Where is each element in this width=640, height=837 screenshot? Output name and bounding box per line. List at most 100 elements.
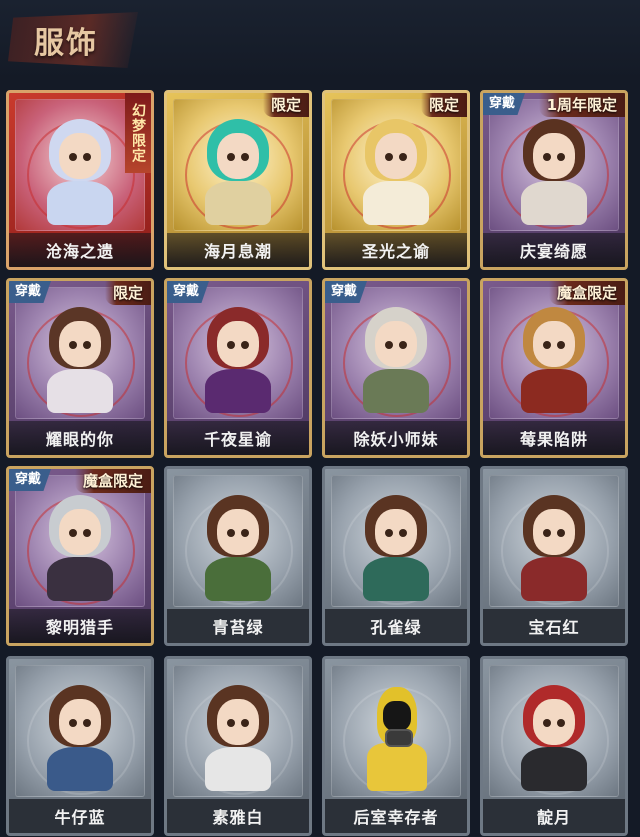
character-face <box>375 133 417 179</box>
limited-badge: 魔盒限定 <box>548 281 625 305</box>
character-face <box>217 133 259 179</box>
character-eye <box>83 529 91 537</box>
costume-name-bar: 黎明猎手 <box>9 609 151 643</box>
character-portrait <box>359 491 433 601</box>
character-face <box>375 321 417 367</box>
character-eye <box>227 341 235 349</box>
character-face <box>217 509 259 555</box>
character-outfit <box>521 369 587 413</box>
costume-card[interactable]: 限定 海月息潮 <box>164 90 312 270</box>
costume-name: 千夜星谕 <box>203 430 272 449</box>
costume-name: 靛月 <box>536 808 571 827</box>
character-face <box>59 321 101 367</box>
gasmask-character-portrait <box>359 681 433 791</box>
costume-card[interactable]: 限定圣光之谕 <box>322 90 470 270</box>
character-face <box>217 699 259 745</box>
character-outfit <box>363 369 429 413</box>
character-eye <box>227 529 235 537</box>
character-portrait <box>201 491 275 601</box>
character-portrait <box>517 303 591 413</box>
costume-card[interactable]: 靛月 <box>480 656 628 836</box>
character-portrait <box>517 491 591 601</box>
costume-name-bar: 青苔绿 <box>167 609 309 643</box>
character-portrait <box>359 115 433 225</box>
character-eye <box>83 341 91 349</box>
costume-name-bar: 圣光之谕 <box>325 233 467 267</box>
character-portrait <box>43 681 117 791</box>
costume-card[interactable]: 1周年限定 穿戴 庆宴绮愿 <box>480 90 628 270</box>
character-outfit <box>205 369 271 413</box>
character-eye <box>385 341 393 349</box>
limited-badge: 限定 <box>104 281 151 305</box>
character-face <box>533 133 575 179</box>
mask-filter <box>385 729 413 747</box>
costume-card[interactable]: 后室幸存者 <box>322 656 470 836</box>
character-eye <box>543 719 551 727</box>
costume-card[interactable]: 素雅白 <box>164 656 312 836</box>
costume-name-bar: 沧海之遗 <box>9 233 151 267</box>
page-title: 服饰 <box>34 26 98 61</box>
costume-name: 海月息潮 <box>203 242 272 261</box>
character-outfit <box>521 181 587 225</box>
limited-badge: 魔盒限定 <box>74 469 151 493</box>
character-eye <box>69 529 77 537</box>
costume-card[interactable]: 魔盒限定 穿戴 黎明猎手 <box>6 466 154 646</box>
character-portrait <box>359 303 433 413</box>
character-portrait <box>201 303 275 413</box>
character-eye <box>241 719 249 727</box>
costume-card[interactable]: 魔盒限定莓果陷阱 <box>480 278 628 458</box>
character-eye <box>241 529 249 537</box>
limited-badge: 幻梦限定 <box>125 93 151 173</box>
character-portrait <box>201 681 275 791</box>
character-portrait <box>43 491 117 601</box>
costume-card[interactable]: 穿戴 千夜星谕 <box>164 278 312 458</box>
character-outfit <box>363 181 429 225</box>
costume-name: 青苔绿 <box>212 618 264 637</box>
costume-card[interactable]: 幻梦限定沧海之遗 <box>6 90 154 270</box>
character-eye <box>83 153 91 161</box>
costume-name: 除妖小师妹 <box>353 430 439 449</box>
costume-card[interactable]: 限定 穿戴 耀眼的你 <box>6 278 154 458</box>
character-eye <box>385 153 393 161</box>
character-outfit <box>47 747 113 791</box>
costume-card[interactable]: 青苔绿 <box>164 466 312 646</box>
character-eye <box>543 529 551 537</box>
character-eye <box>241 153 249 161</box>
costume-name-bar: 宝石红 <box>483 609 625 643</box>
character-portrait <box>517 115 591 225</box>
costume-name: 沧海之遗 <box>45 242 114 261</box>
header: 服饰 <box>0 0 640 80</box>
character-face <box>533 321 575 367</box>
limited-badge: 1周年限定 <box>538 93 625 117</box>
character-outfit <box>363 557 429 601</box>
limited-badge: 限定 <box>420 93 467 117</box>
costume-name: 莓果陷阱 <box>519 430 588 449</box>
costume-card[interactable]: 宝石红 <box>480 466 628 646</box>
character-outfit <box>205 181 271 225</box>
character-eye <box>241 341 249 349</box>
costume-name: 宝石红 <box>528 618 580 637</box>
character-eye <box>385 529 393 537</box>
character-eye <box>543 153 551 161</box>
costume-name-bar: 素雅白 <box>167 799 309 833</box>
costume-name-bar: 莓果陷阱 <box>483 421 625 455</box>
character-eye <box>399 153 407 161</box>
character-portrait <box>201 115 275 225</box>
mask-body <box>367 743 427 791</box>
character-face <box>533 699 575 745</box>
character-eye <box>399 529 407 537</box>
character-outfit <box>47 557 113 601</box>
costume-name-bar: 靛月 <box>483 799 625 833</box>
costume-card[interactable]: 穿戴 除妖小师妹 <box>322 278 470 458</box>
costume-card[interactable]: 牛仔蓝 <box>6 656 154 836</box>
costume-name: 后室幸存者 <box>353 808 439 827</box>
character-eye <box>557 153 565 161</box>
character-eye <box>69 719 77 727</box>
character-outfit <box>205 557 271 601</box>
character-face <box>217 321 259 367</box>
costume-card[interactable]: 孔雀绿 <box>322 466 470 646</box>
costume-name-bar: 千夜星谕 <box>167 421 309 455</box>
character-eye <box>69 341 77 349</box>
character-eye <box>227 153 235 161</box>
character-face <box>533 509 575 555</box>
